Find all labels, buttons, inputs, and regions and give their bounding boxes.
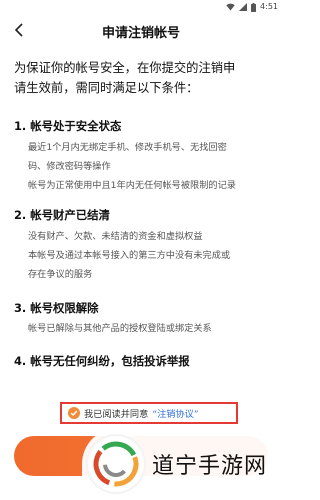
status-bar: 4:51 [0,0,282,14]
status-icons: 4:51 [226,1,278,13]
watermark-logo [88,436,144,492]
intro-text: 为保证你的帐号安全，在你提交的注销申 请生效前，需同时满足以下条件： [14,58,270,98]
status-time: 4:51 [260,2,278,11]
signal-icon [239,3,248,11]
watermark: 道宁手游网 [82,428,282,500]
section-title: 3. 帐号权限解除 [14,301,99,315]
section-title: 2. 帐号财产已结清 [14,208,110,222]
description-line: 最近1个月内无绑定手机、修改手机号、无找回密 [28,142,227,153]
intro-line: 为保证你的帐号安全，在你提交的注销申 [14,61,236,75]
watermark-text: 道宁手游网 [152,454,268,479]
agreement-link[interactable]: “注销协议” [152,406,198,420]
agreement-row[interactable]: 我已阅读并同意 “注销协议” [60,402,238,424]
section-title: 1. 帐号处于安全状态 [14,119,122,133]
description-line: 存在争议的服务 [28,269,93,280]
swirl-logo-icon [93,441,139,487]
section-description: 帐号已解除与其他产品的授权登陆或绑定关系 [28,319,268,338]
intro-line: 请生效前，需同时满足以下条件： [14,81,199,95]
section-description: 没有财产、欠款、未结清的资金和虚拟权益 本帐号及通过本帐号接入的第三方中没有未完… [28,227,268,284]
checkmark-icon [70,410,78,416]
page-title: 申请注销帐号 [101,26,180,41]
nav-bar: 申请注销帐号 [0,14,282,46]
agreement-text: 我已阅读并同意 [84,409,149,420]
description-line: 码、修改密码等操作 [28,161,111,172]
section-description: 最近1个月内无绑定手机、修改手机号、无找回密 码、修改密码等操作 帐号为正常使用… [28,138,268,195]
battery-icon [251,2,257,12]
section-title: 4. 帐号无任何纠纷，包括投诉举报 [14,354,190,368]
agreement-checkbox[interactable] [68,407,80,419]
description-line: 帐号已解除与其他产品的授权登陆或绑定关系 [28,323,212,334]
wifi-icon [226,3,235,11]
description-line: 本帐号及通过本帐号接入的第三方中没有未完成或 [28,250,231,261]
description-line: 没有财产、欠款、未结清的资金和虚拟权益 [28,231,203,242]
description-line: 帐号为正常使用中且1年内无任何帐号被限制的记录 [28,180,236,191]
